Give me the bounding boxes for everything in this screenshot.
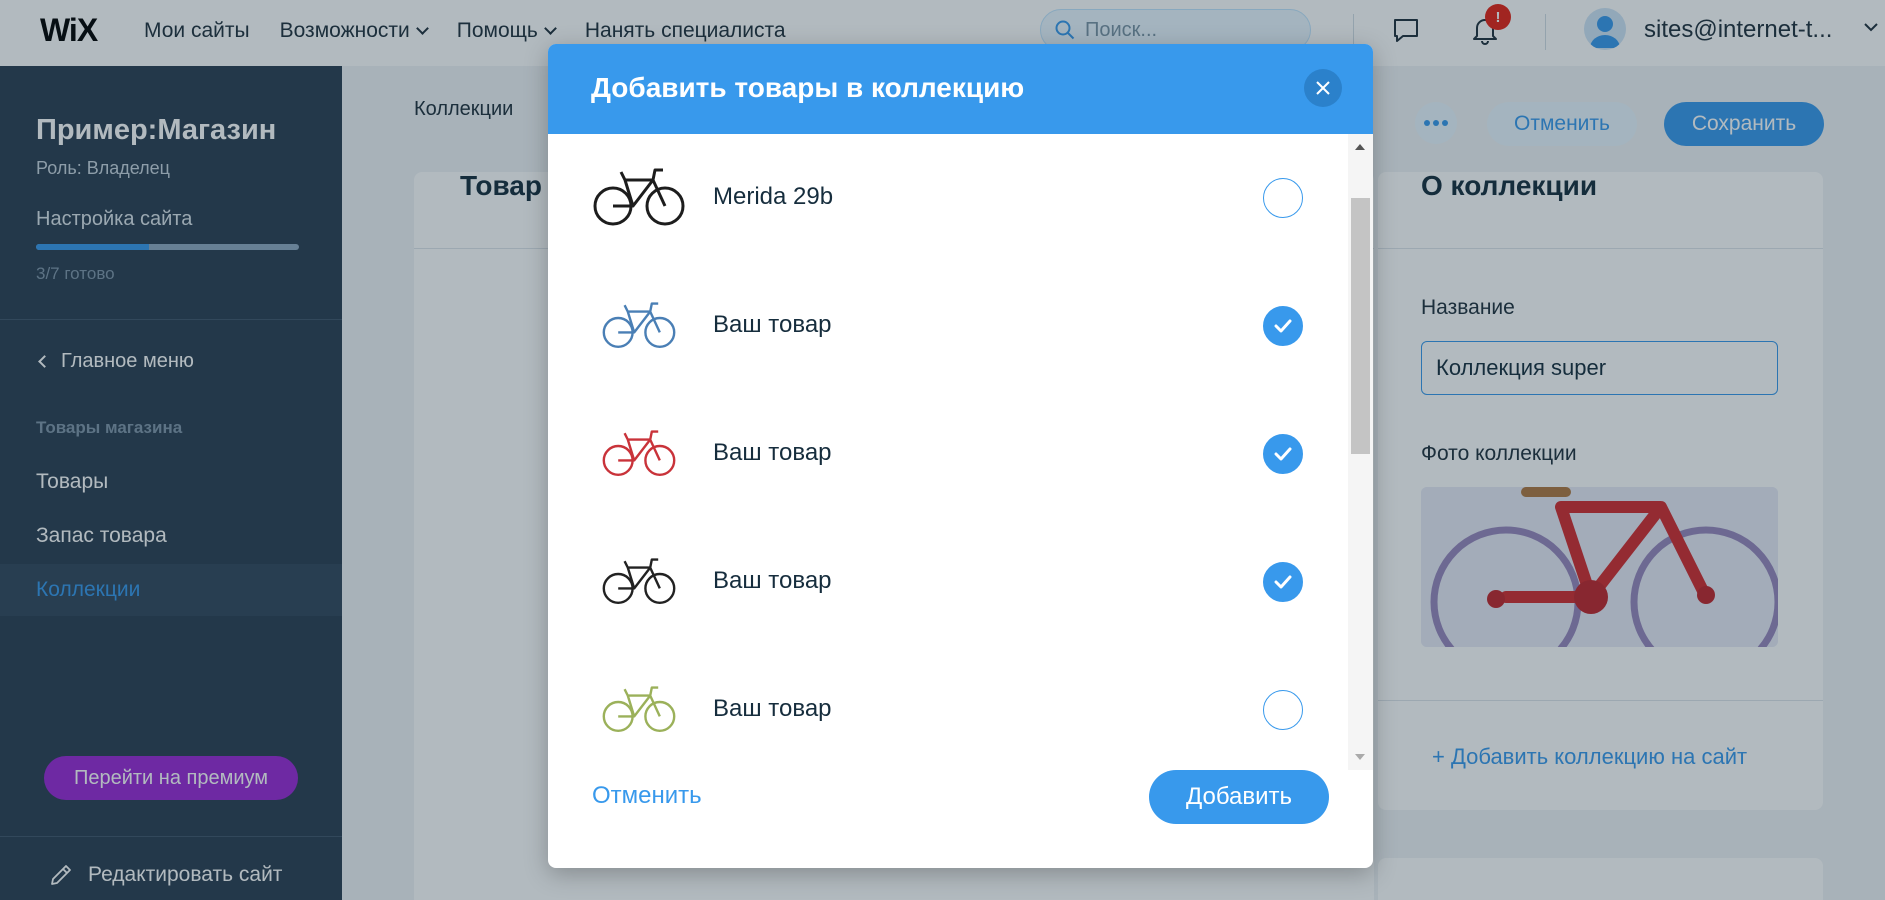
bicycle-icon (602, 558, 676, 604)
product-name: Ваш товар (713, 439, 832, 466)
list-item[interactable]: Ваш товар (548, 646, 1348, 770)
list-item[interactable]: Merida 29b (548, 134, 1348, 262)
product-checkbox[interactable] (1263, 306, 1303, 346)
product-checkbox[interactable] (1263, 178, 1303, 218)
product-list: Merida 29b Ваш товар Ваш товар Ваш товар (548, 134, 1348, 770)
scroll-down-icon[interactable] (1355, 754, 1365, 760)
modal-cancel-button[interactable]: Отменить (592, 782, 702, 810)
close-button[interactable] (1304, 69, 1342, 107)
product-name: Ваш товар (713, 567, 832, 594)
product-thumbnail (591, 406, 687, 502)
bicycle-icon (593, 168, 685, 226)
bicycle-icon (602, 686, 676, 732)
product-thumbnail (591, 534, 687, 630)
product-checkbox[interactable] (1263, 562, 1303, 602)
checkmark-icon (1274, 575, 1292, 589)
modal-title: Добавить товары в коллекцию (591, 72, 1025, 103)
add-products-modal: Добавить товары в коллекцию Merida 29b В… (548, 44, 1373, 868)
product-checkbox[interactable] (1263, 434, 1303, 474)
list-fade (548, 754, 1348, 770)
checkmark-icon (1274, 319, 1292, 333)
scroll-up-icon[interactable] (1355, 144, 1365, 150)
product-name: Merida 29b (713, 183, 834, 210)
product-checkbox[interactable] (1263, 690, 1303, 730)
close-icon (1316, 81, 1330, 95)
product-name: Ваш товар (713, 311, 832, 338)
product-thumbnail (591, 662, 687, 758)
modal-header: Добавить товары в коллекцию (548, 44, 1373, 134)
scrollbar-thumb[interactable] (1351, 198, 1370, 454)
list-item[interactable]: Ваш товар (548, 390, 1348, 518)
list-item[interactable]: Ваш товар (548, 518, 1348, 646)
bicycle-icon (602, 302, 676, 348)
list-item[interactable]: Ваш товар (548, 262, 1348, 390)
product-name: Ваш товар (713, 695, 832, 722)
product-thumbnail (591, 150, 687, 246)
product-thumbnail (591, 278, 687, 374)
bicycle-icon (602, 430, 676, 476)
checkmark-icon (1274, 447, 1292, 461)
modal-add-button[interactable]: Добавить (1149, 770, 1329, 824)
